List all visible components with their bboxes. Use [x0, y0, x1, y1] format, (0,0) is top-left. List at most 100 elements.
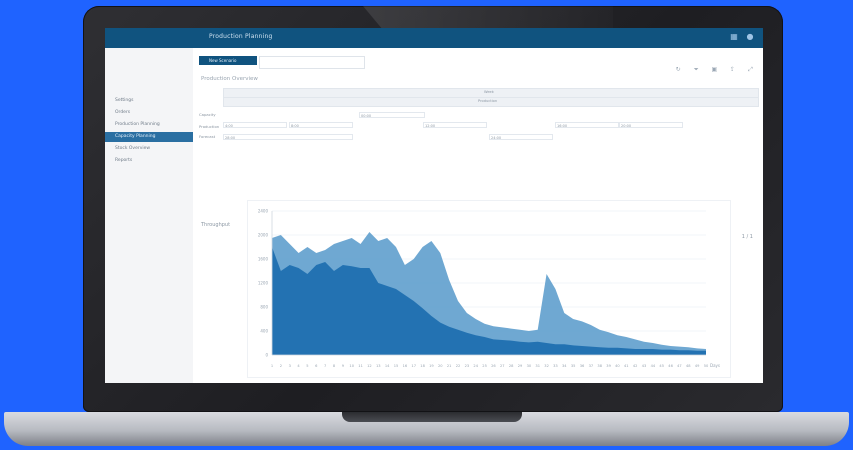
x-tick-label: 1 — [271, 364, 273, 368]
sidebar-item-capacity-planning[interactable]: Capacity Planning — [105, 132, 193, 142]
x-tick-label: 21 — [447, 364, 452, 368]
x-tick-label: 6 — [315, 364, 318, 368]
y-tick-label: 800 — [260, 305, 268, 310]
x-tick-label: 37 — [589, 364, 594, 368]
x-tick-label: 41 — [624, 364, 629, 368]
laptop-notch — [342, 412, 522, 422]
sidebar-item-reports[interactable]: Reports — [105, 156, 193, 166]
x-tick-label: 43 — [642, 364, 647, 368]
x-tick-label: 23 — [465, 364, 470, 368]
x-tick-label: 45 — [659, 364, 664, 368]
filter-cell[interactable]: 24:00 — [489, 134, 553, 140]
x-tick-label: 32 — [544, 364, 549, 368]
expand-icon[interactable]: ⤢ — [746, 65, 755, 74]
x-tick-label: 34 — [562, 364, 567, 368]
x-tick-label: 7 — [324, 364, 326, 368]
x-tick-label: 3 — [289, 364, 291, 368]
y-tick-label: 2400 — [258, 209, 269, 214]
sidebar-item-settings[interactable]: Settings — [105, 96, 193, 106]
chart-label: Throughput — [201, 222, 231, 228]
x-tick-label: 17 — [411, 364, 416, 368]
x-tick-label: 25 — [482, 364, 487, 368]
x-tick-label: 36 — [580, 364, 585, 368]
x-tick-label: 40 — [615, 364, 620, 368]
y-tick-label: 2000 — [258, 233, 269, 238]
x-tick-label: 38 — [597, 364, 602, 368]
x-tick-label: 14 — [385, 364, 390, 368]
x-tick-label: 48 — [686, 364, 691, 368]
x-tick-label: 27 — [500, 364, 505, 368]
x-tick-label: 19 — [429, 364, 434, 368]
filter-row-label-production: Production — [199, 124, 220, 129]
x-tick-label: 26 — [491, 364, 496, 368]
app-title: Production Planning — [209, 33, 273, 40]
x-tick-label: 12 — [367, 364, 372, 368]
x-tick-label: 24 — [473, 364, 478, 368]
x-tick-label: 29 — [518, 364, 523, 368]
x-tick-label: 47 — [677, 364, 682, 368]
x-tick-label: 2 — [280, 364, 282, 368]
app-header: Production Planning ▦ ● — [105, 28, 763, 48]
x-tick-label: 46 — [668, 364, 673, 368]
sidebar: Settings Orders Production Planning Capa… — [105, 48, 194, 383]
x-tick-label: 28 — [509, 364, 514, 368]
x-tick-label: 8 — [333, 364, 336, 368]
x-tick-label: 16 — [403, 364, 408, 368]
filter-cell[interactable]: 12:00 — [423, 122, 487, 128]
x-tick-label: 35 — [571, 364, 576, 368]
chart-side-tag: 1 / 1 — [741, 234, 753, 240]
x-tick-label: 9 — [342, 364, 345, 368]
x-tick-label: 20 — [438, 364, 443, 368]
filter-header-band-2: Production — [223, 97, 759, 107]
sidebar-item-orders[interactable]: Orders — [105, 108, 193, 118]
x-tick-label: 31 — [535, 364, 540, 368]
y-tick-label: 0 — [265, 353, 268, 358]
filter-cell[interactable]: 20:00 — [619, 122, 683, 128]
x-tick-label: 13 — [376, 364, 381, 368]
x-tick-label: 4 — [297, 364, 300, 368]
x-tick-label: 49 — [695, 364, 700, 368]
y-tick-label: 400 — [260, 329, 268, 334]
toolbar-search-input[interactable] — [259, 56, 365, 69]
main-content: New Scenario ↻ ⏷ ▣ ⇪ ⤢ Production Overvi… — [193, 48, 763, 383]
export-icon[interactable]: ⇪ — [728, 65, 737, 74]
filter-row-label-forecast: Forecast — [199, 134, 216, 139]
filter-header-1: Week — [484, 90, 494, 94]
x-tick-label: 42 — [633, 364, 638, 368]
x-tick-label: 22 — [456, 364, 461, 368]
throughput-area-chart: 040080012001600200024001 2 3 4 5 6 7 8 9 10 11 12 13… — [258, 209, 720, 369]
x-tick-label: 44 — [651, 364, 656, 368]
x-tick-label: 15 — [394, 364, 399, 368]
filter-cell[interactable]: 28:00 — [223, 134, 353, 140]
filter-header-2: Production — [478, 99, 498, 103]
user-icon[interactable]: ● — [745, 32, 755, 42]
new-scenario-button[interactable]: New Scenario — [199, 56, 257, 65]
filter-icon[interactable]: ⏷ — [692, 65, 701, 74]
toolbar-icons: ↻ ⏷ ▣ ⇪ ⤢ — [670, 56, 755, 73]
chart-card: 0 400 800 1200 1600 2000 2400 1 2 3 4 5 6 7 8 9 10 11 12 13… — [247, 200, 731, 378]
x-tick-label: 11 — [358, 364, 363, 368]
x-tick-label: 33 — [553, 364, 558, 368]
grid-icon[interactable]: ▦ — [729, 32, 739, 42]
sidebar-item-stock-overview[interactable]: Stock Overview — [105, 144, 193, 154]
x-tick-label: 18 — [420, 364, 425, 368]
filter-cell[interactable]: 8:00 — [289, 122, 353, 128]
laptop-screen: Production Planning ▦ ● Settings Orders … — [105, 28, 763, 383]
filter-row-label-capacity: Capacity — [199, 112, 216, 117]
y-tick-label: 1200 — [258, 281, 269, 286]
x-unit-label: Days — [710, 363, 720, 368]
x-tick-label: 5 — [306, 364, 308, 368]
x-tick-label: 30 — [527, 364, 532, 368]
x-tick-label: 50 — [704, 364, 709, 368]
filter-cell[interactable]: 00:00 — [359, 112, 425, 118]
filter-cell[interactable]: 4:00 — [223, 122, 287, 128]
section-title: Production Overview — [201, 76, 258, 82]
x-tick-label: 39 — [606, 364, 611, 368]
refresh-icon[interactable]: ↻ — [674, 65, 683, 74]
filter-table: Week Production Capacity Production Fore… — [199, 88, 759, 144]
sidebar-item-production-planning[interactable]: Production Planning — [105, 120, 193, 130]
x-tick-label: 10 — [349, 364, 354, 368]
calendar-icon[interactable]: ▣ — [710, 65, 719, 74]
filter-cell[interactable]: 16:00 — [555, 122, 619, 128]
y-tick-label: 1600 — [258, 257, 269, 262]
